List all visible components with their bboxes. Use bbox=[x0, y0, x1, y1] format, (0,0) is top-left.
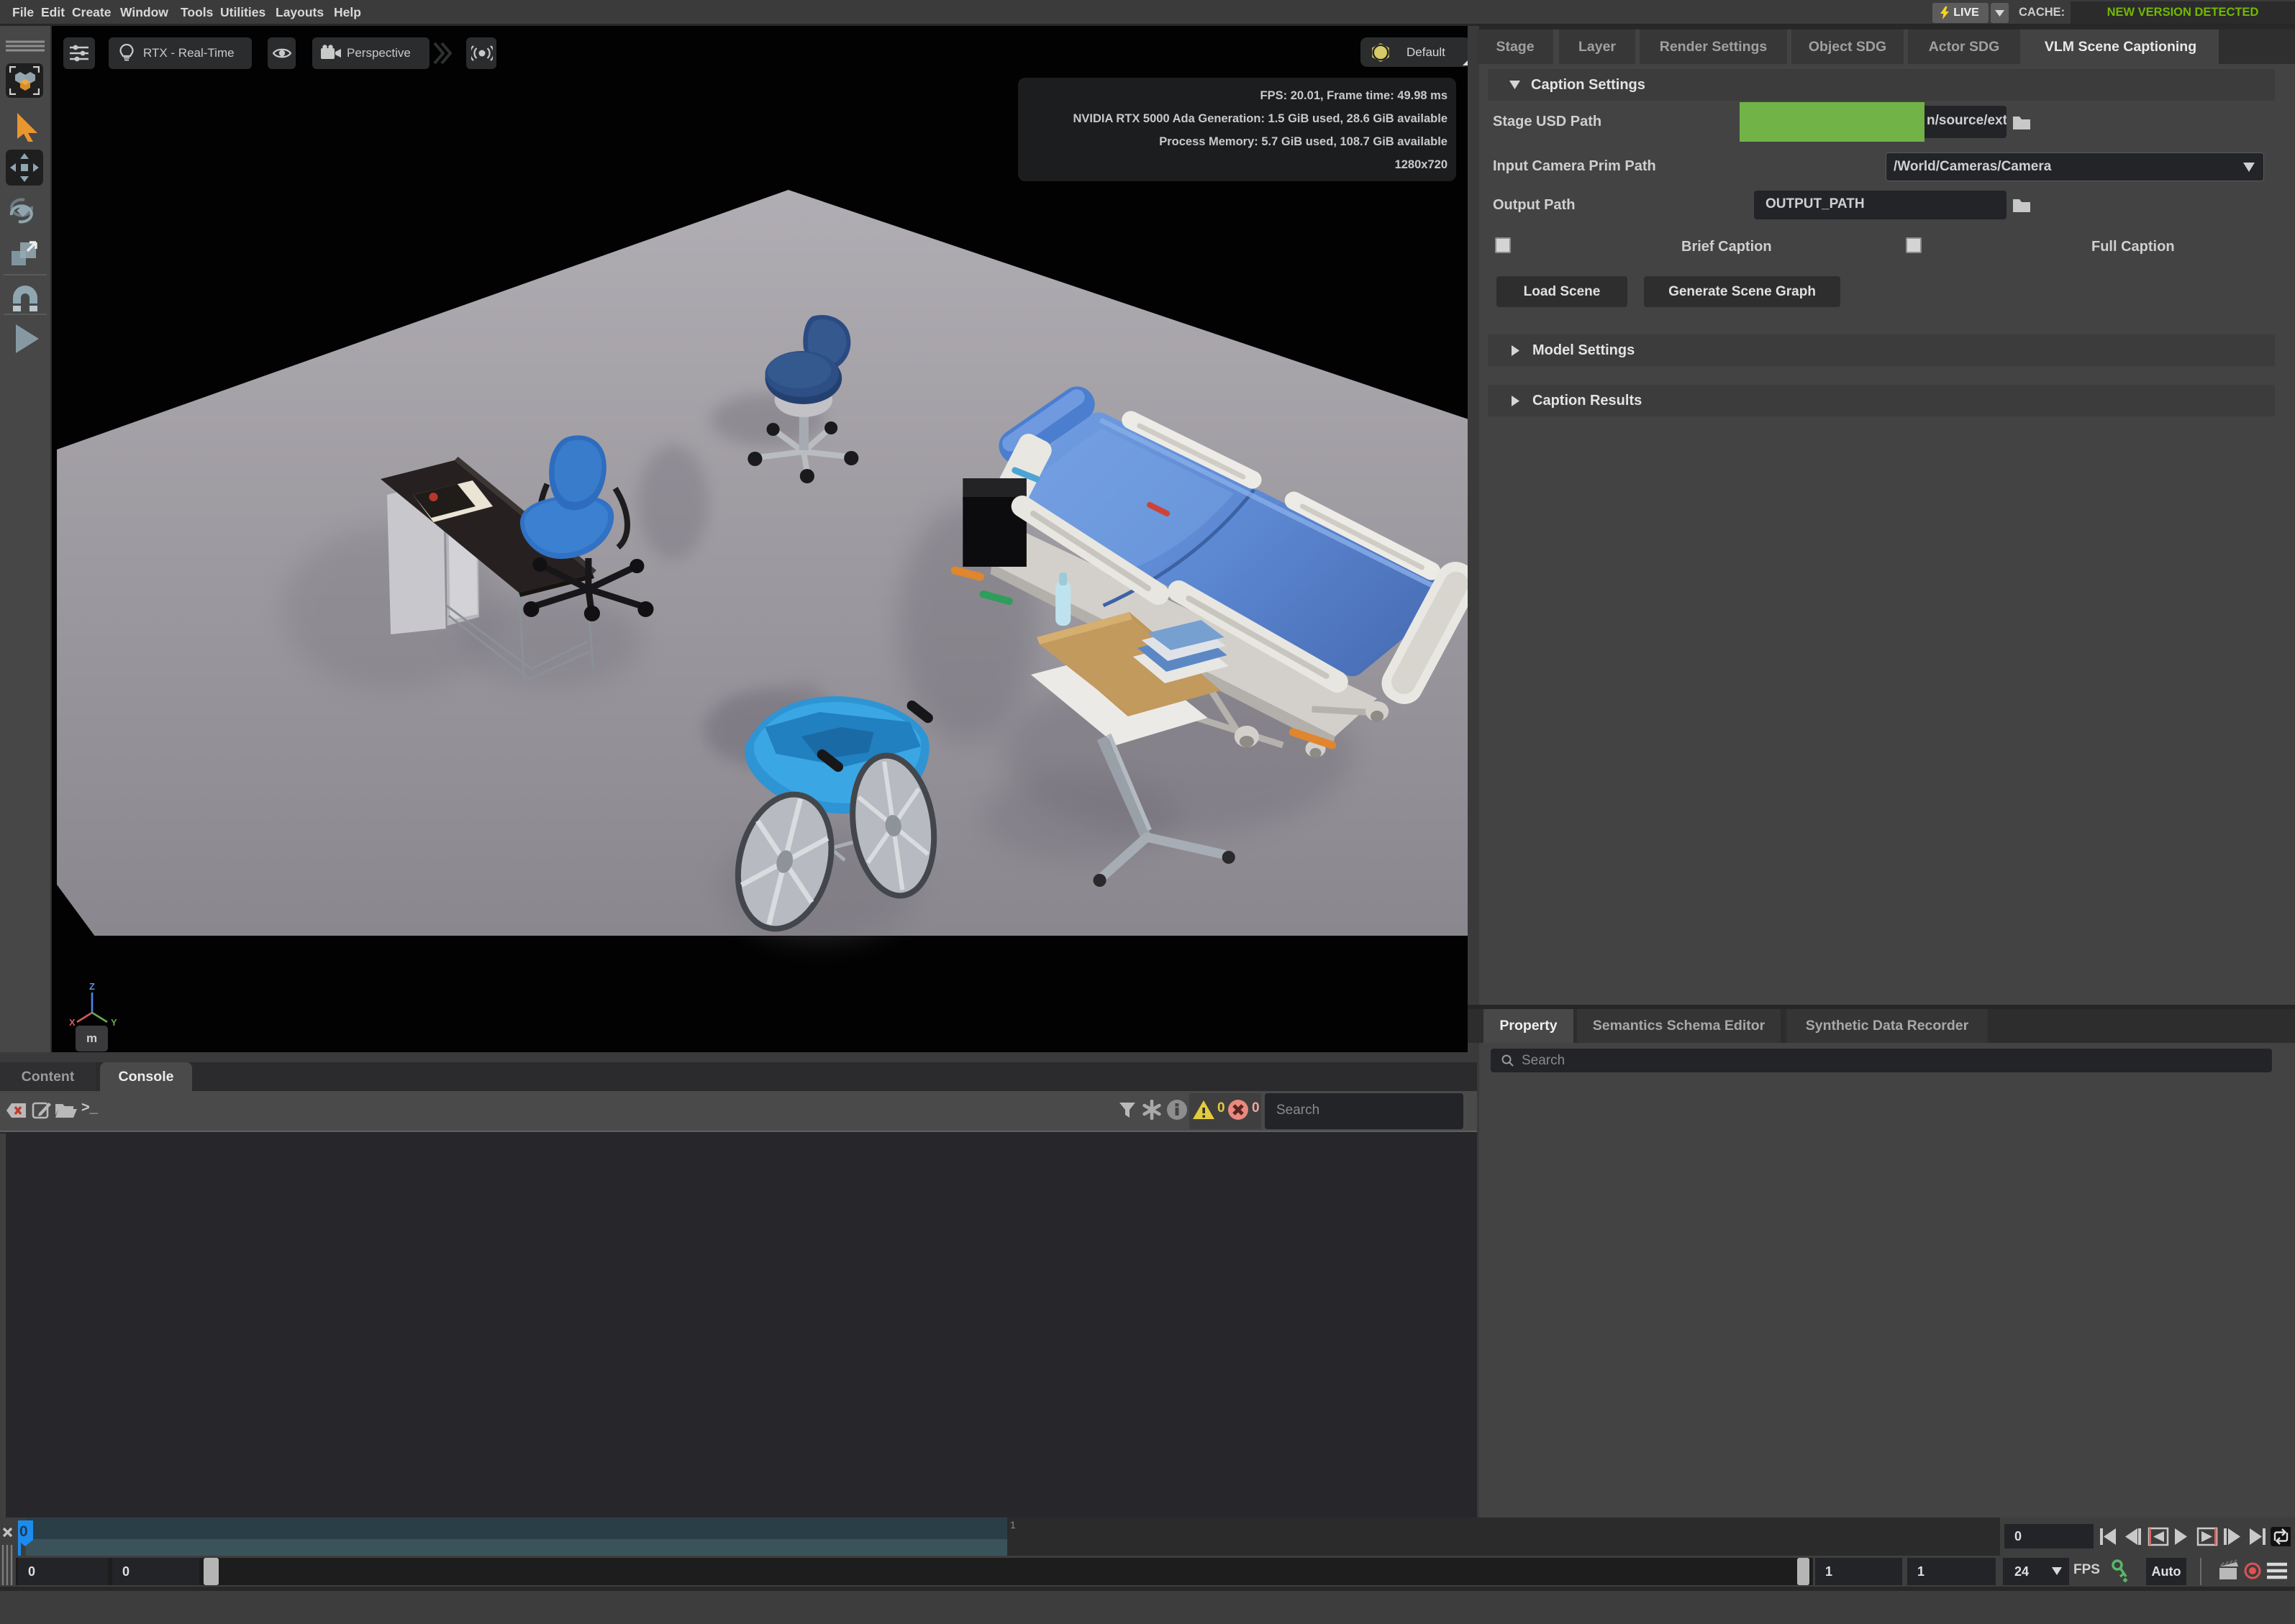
svg-text:Z: Z bbox=[89, 982, 95, 992]
svg-text:X: X bbox=[69, 1017, 76, 1028]
svg-text:Y: Y bbox=[111, 1017, 117, 1028]
svg-text:0: 0 bbox=[19, 1523, 28, 1540]
